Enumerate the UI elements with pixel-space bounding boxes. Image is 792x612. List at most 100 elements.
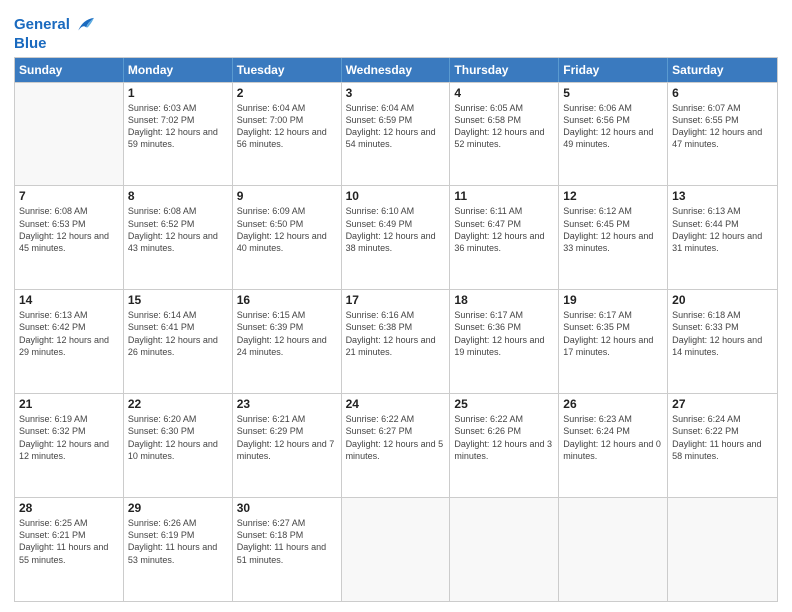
calendar-cell: 11 Sunrise: 6:11 AM Sunset: 6:47 PM Dayli…	[450, 186, 559, 289]
calendar-cell: 10 Sunrise: 6:10 AM Sunset: 6:49 PM Dayli…	[342, 186, 451, 289]
cell-info: Sunrise: 6:19 AM Sunset: 6:32 PM Dayligh…	[19, 413, 119, 462]
header-day-saturday: Saturday	[668, 58, 777, 82]
cell-info: Sunrise: 6:10 AM Sunset: 6:49 PM Dayligh…	[346, 205, 446, 254]
calendar-cell: 27Sunrise: 6:24 AM Sunset: 6:22 PM Dayli…	[668, 394, 777, 497]
calendar-cell: 7 Sunrise: 6:08 AM Sunset: 6:53 PM Daylig…	[15, 186, 124, 289]
calendar-cell: 25 Sunrise: 6:22 AM Sunset: 6:26 PM Dayli…	[450, 394, 559, 497]
calendar-cell: 20Sunrise: 6:18 AM Sunset: 6:33 PM Dayli…	[668, 290, 777, 393]
cell-info: Sunrise: 6:13 AM Sunset: 6:42 PM Dayligh…	[19, 309, 119, 358]
calendar-cell: 26 Sunrise: 6:23 AM Sunset: 6:24 PM Dayli…	[559, 394, 668, 497]
cell-info: Sunrise: 6:20 AM Sunset: 6:30 PM Dayligh…	[128, 413, 228, 462]
calendar-body: 1 Sunrise: 6:03 AM Sunset: 7:02 PM Daylig…	[15, 82, 777, 602]
calendar-cell: 17 Sunrise: 6:16 AM Sunset: 6:38 PM Dayli…	[342, 290, 451, 393]
cell-info: Sunrise: 6:17 AM Sunset: 6:35 PM Dayligh…	[563, 309, 663, 358]
day-number: 3	[346, 86, 446, 100]
logo: General Blue	[14, 14, 94, 53]
calendar-cell: 15 Sunrise: 6:14 AM Sunset: 6:41 PM Dayli…	[124, 290, 233, 393]
calendar-cell: 13Sunrise: 6:13 AM Sunset: 6:44 PM Dayli…	[668, 186, 777, 289]
calendar-cell: 1 Sunrise: 6:03 AM Sunset: 7:02 PM Daylig…	[124, 83, 233, 186]
calendar-header: SundayMondayTuesdayWednesdayThursdayFrid…	[15, 58, 777, 82]
calendar-cell: 5 Sunrise: 6:06 AM Sunset: 6:56 PM Daylig…	[559, 83, 668, 186]
calendar-cell	[450, 498, 559, 601]
calendar-row-2: 14 Sunrise: 6:13 AM Sunset: 6:42 PM Dayli…	[15, 289, 777, 393]
header-day-wednesday: Wednesday	[342, 58, 451, 82]
cell-info: Sunrise: 6:23 AM Sunset: 6:24 PM Dayligh…	[563, 413, 663, 462]
day-number: 6	[672, 86, 773, 100]
cell-info: Sunrise: 6:04 AM Sunset: 7:00 PM Dayligh…	[237, 102, 337, 151]
day-number: 17	[346, 293, 446, 307]
calendar-cell: 29 Sunrise: 6:26 AM Sunset: 6:19 PM Dayli…	[124, 498, 233, 601]
day-number: 1	[128, 86, 228, 100]
cell-info: Sunrise: 6:22 AM Sunset: 6:26 PM Dayligh…	[454, 413, 554, 462]
calendar-cell: 8Sunrise: 6:08 AM Sunset: 6:52 PM Daylig…	[124, 186, 233, 289]
cell-info: Sunrise: 6:17 AM Sunset: 6:36 PM Dayligh…	[454, 309, 554, 358]
cell-info: Sunrise: 6:15 AM Sunset: 6:39 PM Dayligh…	[237, 309, 337, 358]
calendar-cell: 19 Sunrise: 6:17 AM Sunset: 6:35 PM Dayli…	[559, 290, 668, 393]
calendar-cell: 4Sunrise: 6:05 AM Sunset: 6:58 PM Daylig…	[450, 83, 559, 186]
calendar-cell	[668, 498, 777, 601]
day-number: 5	[563, 86, 663, 100]
header: General Blue	[14, 10, 778, 53]
day-number: 7	[19, 189, 119, 203]
calendar-cell: 9 Sunrise: 6:09 AM Sunset: 6:50 PM Daylig…	[233, 186, 342, 289]
day-number: 21	[19, 397, 119, 411]
calendar-cell: 24Sunrise: 6:22 AM Sunset: 6:27 PM Dayli…	[342, 394, 451, 497]
day-number: 19	[563, 293, 663, 307]
day-number: 2	[237, 86, 337, 100]
header-day-thursday: Thursday	[450, 58, 559, 82]
calendar-cell: 12Sunrise: 6:12 AM Sunset: 6:45 PM Dayli…	[559, 186, 668, 289]
logo-bird-icon	[72, 14, 94, 36]
cell-info: Sunrise: 6:09 AM Sunset: 6:50 PM Dayligh…	[237, 205, 337, 254]
cell-info: Sunrise: 6:03 AM Sunset: 7:02 PM Dayligh…	[128, 102, 228, 151]
header-day-friday: Friday	[559, 58, 668, 82]
day-number: 9	[237, 189, 337, 203]
day-number: 13	[672, 189, 773, 203]
calendar-cell: 23Sunrise: 6:21 AM Sunset: 6:29 PM Dayli…	[233, 394, 342, 497]
day-number: 11	[454, 189, 554, 203]
cell-info: Sunrise: 6:08 AM Sunset: 6:52 PM Dayligh…	[128, 205, 228, 254]
day-number: 28	[19, 501, 119, 515]
cell-info: Sunrise: 6:14 AM Sunset: 6:41 PM Dayligh…	[128, 309, 228, 358]
day-number: 29	[128, 501, 228, 515]
day-number: 14	[19, 293, 119, 307]
logo-text-line2: Blue	[14, 36, 94, 53]
day-number: 15	[128, 293, 228, 307]
day-number: 22	[128, 397, 228, 411]
page: General Blue SundayMondayTuesdayWednesda…	[0, 0, 792, 612]
cell-info: Sunrise: 6:25 AM Sunset: 6:21 PM Dayligh…	[19, 517, 119, 566]
cell-info: Sunrise: 6:26 AM Sunset: 6:19 PM Dayligh…	[128, 517, 228, 566]
logo-text-line1: General	[14, 17, 70, 34]
calendar-cell: 2 Sunrise: 6:04 AM Sunset: 7:00 PM Daylig…	[233, 83, 342, 186]
day-number: 25	[454, 397, 554, 411]
cell-info: Sunrise: 6:27 AM Sunset: 6:18 PM Dayligh…	[237, 517, 337, 566]
calendar-row-1: 7 Sunrise: 6:08 AM Sunset: 6:53 PM Daylig…	[15, 185, 777, 289]
day-number: 18	[454, 293, 554, 307]
header-day-monday: Monday	[124, 58, 233, 82]
calendar-cell: 6Sunrise: 6:07 AM Sunset: 6:55 PM Daylig…	[668, 83, 777, 186]
calendar-cell: 28 Sunrise: 6:25 AM Sunset: 6:21 PM Dayli…	[15, 498, 124, 601]
cell-info: Sunrise: 6:08 AM Sunset: 6:53 PM Dayligh…	[19, 205, 119, 254]
day-number: 23	[237, 397, 337, 411]
calendar-cell	[15, 83, 124, 186]
calendar: SundayMondayTuesdayWednesdayThursdayFrid…	[14, 57, 778, 603]
day-number: 4	[454, 86, 554, 100]
calendar-cell: 21 Sunrise: 6:19 AM Sunset: 6:32 PM Dayli…	[15, 394, 124, 497]
calendar-cell: 14 Sunrise: 6:13 AM Sunset: 6:42 PM Dayli…	[15, 290, 124, 393]
calendar-cell: 22 Sunrise: 6:20 AM Sunset: 6:30 PM Dayli…	[124, 394, 233, 497]
header-day-sunday: Sunday	[15, 58, 124, 82]
cell-info: Sunrise: 6:24 AM Sunset: 6:22 PM Dayligh…	[672, 413, 773, 462]
cell-info: Sunrise: 6:06 AM Sunset: 6:56 PM Dayligh…	[563, 102, 663, 151]
day-number: 26	[563, 397, 663, 411]
day-number: 10	[346, 189, 446, 203]
day-number: 30	[237, 501, 337, 515]
cell-info: Sunrise: 6:11 AM Sunset: 6:47 PM Dayligh…	[454, 205, 554, 254]
cell-info: Sunrise: 6:18 AM Sunset: 6:33 PM Dayligh…	[672, 309, 773, 358]
calendar-row-0: 1 Sunrise: 6:03 AM Sunset: 7:02 PM Daylig…	[15, 82, 777, 186]
cell-info: Sunrise: 6:22 AM Sunset: 6:27 PM Dayligh…	[346, 413, 446, 462]
calendar-row-3: 21 Sunrise: 6:19 AM Sunset: 6:32 PM Dayli…	[15, 393, 777, 497]
day-number: 16	[237, 293, 337, 307]
calendar-cell: 18 Sunrise: 6:17 AM Sunset: 6:36 PM Dayli…	[450, 290, 559, 393]
cell-info: Sunrise: 6:16 AM Sunset: 6:38 PM Dayligh…	[346, 309, 446, 358]
day-number: 12	[563, 189, 663, 203]
cell-info: Sunrise: 6:04 AM Sunset: 6:59 PM Dayligh…	[346, 102, 446, 151]
